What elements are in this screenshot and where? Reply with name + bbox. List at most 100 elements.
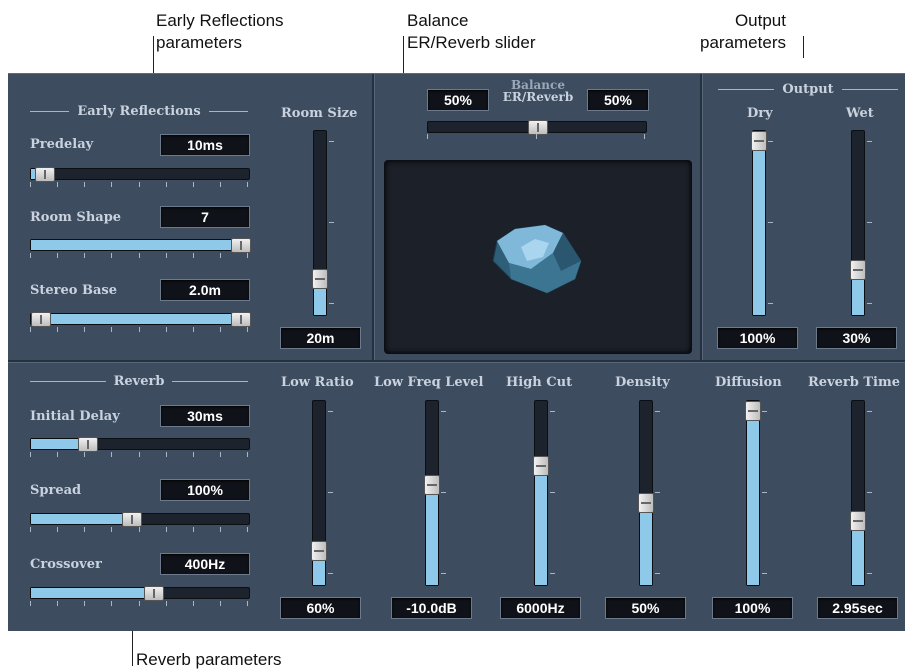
tick-mark <box>655 492 660 493</box>
fader-thumb[interactable] <box>424 474 440 495</box>
spread-value[interactable]: 100% <box>160 479 250 501</box>
slider-thumb[interactable] <box>34 167 55 182</box>
tick-mark <box>84 527 85 532</box>
dry-value[interactable]: 100% <box>717 327 798 349</box>
reverb-fader-value[interactable]: 2.95sec <box>817 597 898 619</box>
divider-left <box>372 74 375 361</box>
tick-mark <box>30 253 31 258</box>
reverb-fader-low-ratio[interactable] <box>311 400 327 586</box>
tick-mark <box>30 452 31 457</box>
tick-mark <box>867 492 872 493</box>
tick-mark <box>30 527 31 532</box>
initial-delay-value[interactable]: 30ms <box>160 405 250 427</box>
reverb-fader-label: High Cut <box>506 375 573 390</box>
room-size-value[interactable]: 20m <box>280 327 361 349</box>
fader-thumb[interactable] <box>850 259 866 280</box>
room-shape-value[interactable]: 7 <box>160 206 250 228</box>
tick-mark <box>166 601 167 606</box>
tick-mark <box>441 411 446 412</box>
tick-mark <box>762 492 767 493</box>
crossover-ticks <box>30 601 248 606</box>
balance-left-value[interactable]: 50% <box>427 89 489 111</box>
slider-thumb-low[interactable] <box>31 312 51 327</box>
stereo-base-slider[interactable] <box>30 312 251 327</box>
fader-fill <box>747 410 759 585</box>
stereo-base-value[interactable]: 2.0m <box>160 279 250 301</box>
reverb-fader-reverb-time[interactable] <box>850 400 866 586</box>
fader-thumb[interactable] <box>751 131 767 151</box>
fader-thumb[interactable] <box>850 511 866 532</box>
initial-delay-slider[interactable] <box>30 437 250 452</box>
tick-mark <box>867 411 872 412</box>
balance-er-reverb-slider[interactable] <box>427 120 647 135</box>
crossover-slider[interactable] <box>30 586 250 601</box>
reverb-fader-value[interactable]: 50% <box>605 597 686 619</box>
tick-mark <box>247 601 248 606</box>
reverb-fader-value[interactable]: 60% <box>280 597 361 619</box>
slider-thumb[interactable] <box>528 120 548 135</box>
tick-mark <box>441 492 446 493</box>
reverb-fader-high-cut[interactable] <box>533 400 549 586</box>
room-shape-ticks <box>30 253 248 258</box>
balance-right-value[interactable]: 50% <box>587 89 649 111</box>
tick-mark <box>193 527 194 532</box>
room-shape-graphic <box>492 224 582 294</box>
fader-thumb[interactable] <box>533 456 549 477</box>
reverb-fader-diffusion[interactable] <box>745 400 761 586</box>
predelay-slider[interactable] <box>30 167 250 182</box>
fader-thumb[interactable] <box>745 401 761 421</box>
reverb-fader-label: Low Freq Level <box>374 375 484 390</box>
tick-mark <box>220 182 221 187</box>
tick-mark <box>30 182 31 187</box>
slider-thumb[interactable] <box>122 512 142 527</box>
tick-mark <box>57 327 58 332</box>
tick-mark <box>166 452 167 457</box>
predelay-ticks <box>30 182 248 187</box>
fader-fill <box>753 140 765 315</box>
tick-mark <box>220 601 221 606</box>
tick-mark <box>84 327 85 332</box>
fader-thumb[interactable] <box>312 269 328 289</box>
initial-delay-ticks <box>30 452 248 457</box>
predelay-value[interactable]: 10ms <box>160 134 250 156</box>
initial-delay-label: Initial Delay <box>30 409 120 424</box>
room-shape-label: Room Shape <box>30 210 122 225</box>
tick-mark <box>111 182 112 187</box>
tick-mark <box>166 527 167 532</box>
tick-mark <box>84 601 85 606</box>
crossover-value[interactable]: 400Hz <box>160 553 250 575</box>
fader-thumb[interactable] <box>311 540 327 561</box>
reverb-fader-value[interactable]: 100% <box>712 597 793 619</box>
room-shape-display[interactable] <box>384 160 692 354</box>
fader-thumb[interactable] <box>638 493 654 513</box>
slider-thumb[interactable] <box>78 437 99 452</box>
room-shape-slider[interactable] <box>30 238 251 253</box>
spread-label: Spread <box>30 483 82 498</box>
spread-slider[interactable] <box>30 512 250 527</box>
slider-thumb[interactable] <box>231 312 251 327</box>
tick-mark <box>427 134 428 139</box>
slider-thumb[interactable] <box>143 586 164 601</box>
reverb-fader-low-freq-level[interactable] <box>424 400 440 586</box>
room-size-fader[interactable] <box>312 130 328 316</box>
tick-mark <box>247 182 248 187</box>
reverb-fader-density[interactable] <box>638 400 654 586</box>
dry-fader[interactable] <box>751 130 767 316</box>
tick-mark <box>762 411 767 412</box>
reverb-fader-value[interactable]: 6000Hz <box>500 597 581 619</box>
tick-mark <box>30 327 31 332</box>
tick-mark <box>57 452 58 457</box>
tick-mark <box>328 573 333 574</box>
tick-mark <box>84 452 85 457</box>
balance-callout: Balance ER/Reverb slider <box>407 11 536 52</box>
wet-fader[interactable] <box>850 130 866 316</box>
reverb-fader-value[interactable]: -10.0dB <box>391 597 472 619</box>
slider-thumb[interactable] <box>231 238 251 253</box>
tick-mark <box>166 327 167 332</box>
tick-mark <box>768 222 773 223</box>
wet-value[interactable]: 30% <box>816 327 897 349</box>
early-reflections-callout: Early Reflections parameters <box>156 11 284 52</box>
tick-mark <box>139 452 140 457</box>
tick-mark <box>328 411 333 412</box>
balance-ticks <box>427 134 645 139</box>
